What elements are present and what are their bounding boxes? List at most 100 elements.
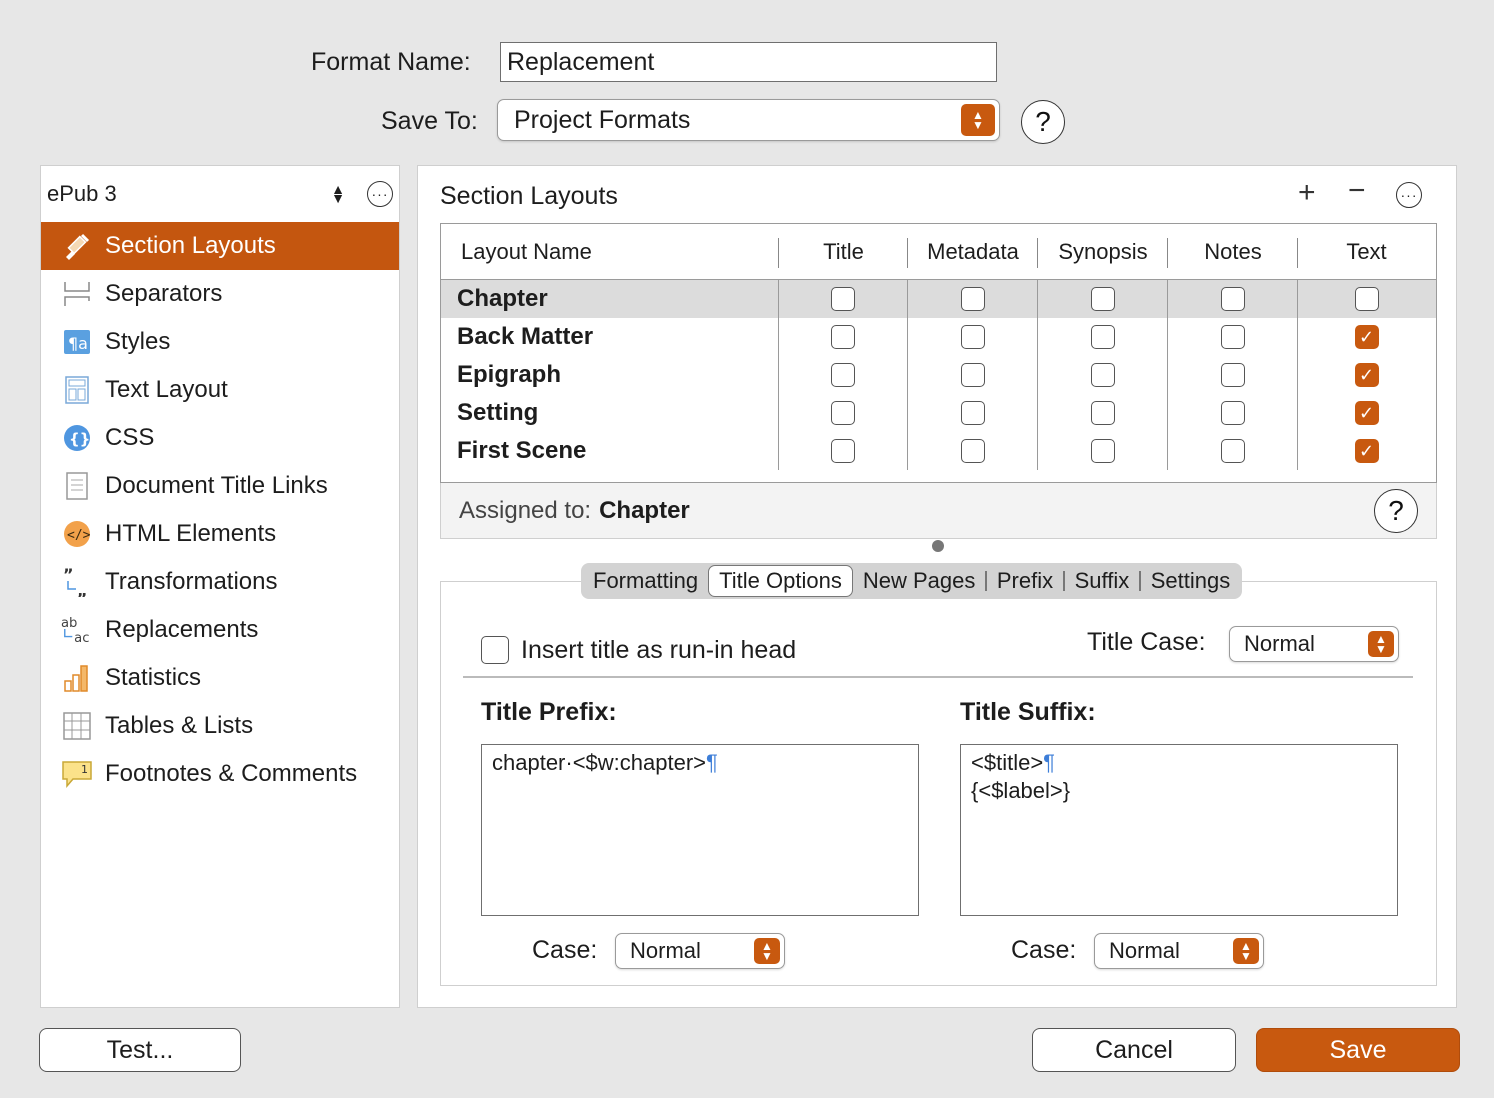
sidebar-item-tables-lists[interactable]: Tables & Lists: [41, 702, 399, 750]
assigned-value: Chapter: [599, 496, 690, 524]
checkbox[interactable]: [1220, 401, 1245, 425]
sidebar-item-separators[interactable]: Separators: [41, 270, 399, 318]
table-row[interactable]: Back Matter ✓: [441, 318, 1436, 356]
sidebar-item-replacements[interactable]: ab ac Replacements: [41, 606, 399, 654]
checkbox[interactable]: [1090, 287, 1115, 311]
sidebar-item-label: Footnotes & Comments: [105, 760, 358, 787]
title-suffix-textarea[interactable]: <$title>¶ {<$label>}: [960, 744, 1398, 916]
add-icon[interactable]: +: [1298, 176, 1316, 210]
section-layouts-panel: Section Layouts + − ··· Layout Name Titl…: [417, 165, 1457, 1008]
split-handle[interactable]: [932, 540, 944, 552]
separator-icon: [61, 278, 93, 310]
sidebar-item-label: Statistics: [105, 664, 202, 691]
run-in-checkbox[interactable]: [481, 636, 509, 664]
col-title[interactable]: Title: [779, 224, 908, 279]
test-button[interactable]: Test...: [39, 1028, 241, 1072]
css-braces-icon: {}: [61, 422, 93, 454]
check-cell: [779, 280, 908, 318]
tab-formatting[interactable]: Formatting: [583, 565, 708, 597]
table-row[interactable]: Epigraph ✓: [441, 356, 1436, 394]
check-cell: [1038, 356, 1168, 394]
check-cell: [1038, 394, 1168, 432]
check-cell: [1168, 280, 1298, 318]
checkbox[interactable]: [960, 287, 985, 311]
tab-prefix[interactable]: Prefix: [987, 565, 1063, 597]
footnote-icon: 1: [61, 758, 93, 790]
tab-settings[interactable]: Settings: [1141, 565, 1241, 597]
sidebar-item-css[interactable]: {} CSS: [41, 414, 399, 462]
tab-suffix[interactable]: Suffix: [1065, 565, 1140, 597]
tab-new-pages[interactable]: New Pages: [853, 565, 986, 597]
paintbrush-icon: [61, 230, 93, 262]
prefix-case-popup[interactable]: Normal ▲ ▼: [615, 933, 785, 969]
pilcrow-mark: ¶: [706, 750, 718, 775]
sidebar-item-statistics[interactable]: Statistics: [41, 654, 399, 702]
checkbox[interactable]: [1220, 325, 1245, 349]
checkbox[interactable]: [960, 401, 985, 425]
document-icon: [61, 470, 93, 502]
check-cell: [908, 318, 1038, 356]
save-button[interactable]: Save: [1256, 1028, 1460, 1072]
table-row[interactable]: Chapter: [441, 280, 1436, 318]
svg-text:{}: {}: [69, 430, 90, 448]
bar-chart-icon: [61, 662, 93, 694]
col-notes[interactable]: Notes: [1168, 224, 1298, 279]
col-metadata[interactable]: Metadata: [908, 224, 1038, 279]
checkbox[interactable]: [1354, 287, 1379, 311]
check-cell: ✓: [1298, 318, 1435, 356]
checkbox[interactable]: [1220, 363, 1245, 387]
checkbox[interactable]: [831, 325, 855, 349]
checked-checkbox[interactable]: ✓: [1354, 401, 1379, 425]
checkbox[interactable]: [960, 363, 985, 387]
checkbox[interactable]: [1090, 439, 1115, 463]
table-row[interactable]: Setting ✓: [441, 394, 1436, 432]
format-name-field[interactable]: Replacement: [500, 42, 997, 82]
sidebar-item-transformations[interactable]: ” „ Transformations: [41, 558, 399, 606]
checkbox[interactable]: [1090, 325, 1115, 349]
title-prefix-textarea[interactable]: chapter·<$w:chapter>¶: [481, 744, 919, 916]
svg-text:1: 1: [81, 763, 88, 776]
checkbox[interactable]: [831, 401, 855, 425]
chevron-updown-icon: ▲ ▼: [331, 181, 345, 206]
table-icon: [61, 710, 93, 742]
save-to-popup[interactable]: Project Formats ▲ ▼: [497, 99, 1000, 141]
checkbox[interactable]: [1220, 439, 1245, 463]
col-synopsis[interactable]: Synopsis: [1038, 224, 1168, 279]
cancel-button[interactable]: Cancel: [1032, 1028, 1236, 1072]
sidebar-item-footnotes-comments[interactable]: 1 Footnotes & Comments: [41, 750, 399, 798]
tab-content: Insert title as run-in head Title Case: …: [440, 581, 1437, 986]
check-cell: [779, 356, 908, 394]
assigned-help-button[interactable]: ?: [1374, 489, 1418, 533]
col-text[interactable]: Text: [1298, 224, 1435, 279]
format-selector[interactable]: ePub 3 ▲ ▼ ···: [41, 166, 399, 222]
checkbox[interactable]: [831, 439, 855, 463]
suffix-case-popup[interactable]: Normal ▲ ▼: [1094, 933, 1264, 969]
sidebar-item-text-layout[interactable]: Text Layout: [41, 366, 399, 414]
check-cell: ✓: [1298, 432, 1435, 470]
checkbox[interactable]: [960, 439, 985, 463]
col-layout-name[interactable]: Layout Name: [441, 224, 779, 279]
checked-checkbox[interactable]: ✓: [1354, 439, 1379, 463]
sidebar-item-styles[interactable]: ¶a Styles: [41, 318, 399, 366]
table-row[interactable]: First Scene ✓: [441, 432, 1436, 470]
checkbox[interactable]: [831, 363, 855, 387]
checkbox[interactable]: [1220, 287, 1245, 311]
checkbox[interactable]: [1090, 363, 1115, 387]
checkbox[interactable]: [1090, 401, 1115, 425]
remove-icon[interactable]: −: [1348, 174, 1366, 208]
checkbox[interactable]: [960, 325, 985, 349]
svg-text:ab: ab: [61, 616, 77, 631]
more-options-icon[interactable]: ···: [1396, 182, 1422, 208]
check-cell: [1168, 356, 1298, 394]
tab-title-options[interactable]: Title Options: [708, 565, 853, 597]
checked-checkbox[interactable]: ✓: [1354, 363, 1379, 387]
sidebar-item-section-layouts[interactable]: Section Layouts: [41, 222, 399, 270]
sidebar-item-document-title-links[interactable]: Document Title Links: [41, 462, 399, 510]
checked-checkbox[interactable]: ✓: [1354, 325, 1379, 349]
sidebar-item-html-elements[interactable]: </> HTML Elements: [41, 510, 399, 558]
more-options-icon[interactable]: ···: [367, 181, 393, 207]
title-case-popup[interactable]: Normal ▲ ▼: [1229, 626, 1399, 662]
help-button[interactable]: ?: [1021, 100, 1065, 144]
checkbox[interactable]: [831, 287, 855, 311]
check-cell: [1038, 318, 1168, 356]
